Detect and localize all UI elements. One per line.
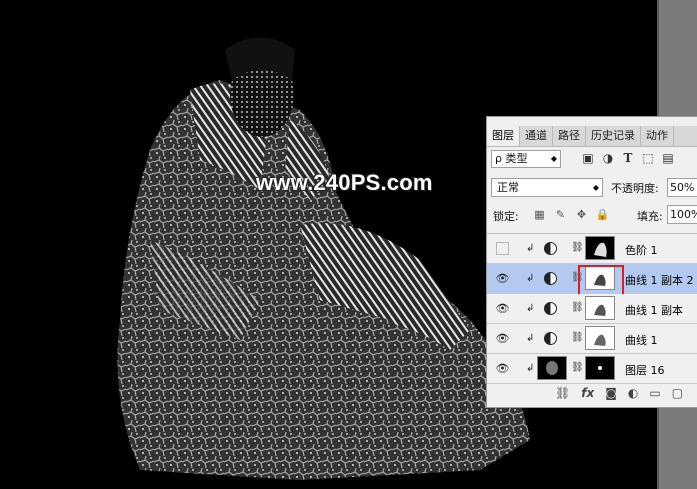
layer-name[interactable]: 色阶 1 xyxy=(625,242,658,258)
visibility-toggle-off[interactable] xyxy=(496,242,509,255)
shape-filter-icon[interactable]: ⬚ xyxy=(641,151,655,165)
lock-all-icon[interactable]: 🔒 xyxy=(596,208,610,221)
kind-filter-select[interactable]: ρ 类型 ◆ xyxy=(491,150,561,168)
new-layer-icon[interactable]: ▢ xyxy=(672,386,683,400)
type-filter-icon[interactable]: T xyxy=(621,151,635,165)
panel-tabs: 图层 通道 路径 历史记录 动作 xyxy=(487,126,697,147)
layer-row-curves-copy[interactable]: 👁 ↲ ⛓ 曲线 1 副本 xyxy=(487,294,697,324)
clip-arrow-icon: ↲ xyxy=(526,243,535,254)
mask-icon[interactable]: ◙ xyxy=(605,386,617,400)
clip-arrow-icon: ↲ xyxy=(526,333,535,344)
layers-list: ↲ ⛓ 色阶 1 👁 ↲ ⛓ 曲线 1 副本 2 👁 ↲ ⛓ 曲线 1 副本 👁… xyxy=(487,233,697,384)
mask-preview xyxy=(594,334,606,346)
mask-preview xyxy=(598,366,602,370)
link-chain-icon[interactable]: ⛓ xyxy=(571,332,584,343)
lock-pixels-brush-icon[interactable]: ✎ xyxy=(554,208,567,221)
layer-row-curves-copy-2[interactable]: 👁 ↲ ⛓ 曲线 1 副本 2 xyxy=(487,264,697,301)
panel-bottom-bar: ⛓ fx ◙ ◐ ▭ ▢ xyxy=(487,382,697,404)
clip-arrow-icon: ↲ xyxy=(526,363,535,374)
eye-icon[interactable]: 👁 xyxy=(496,332,510,345)
smart-object-filter-icon[interactable]: ▤ xyxy=(661,151,675,165)
adjustment-layer-icon xyxy=(544,242,557,255)
tab-actions[interactable]: 动作 xyxy=(641,126,674,146)
lock-position-move-icon[interactable]: ✥ xyxy=(575,208,588,221)
image-filter-icon[interactable]: ▣ xyxy=(581,151,595,165)
layer-mask-thumbnail[interactable] xyxy=(585,356,615,380)
chevron-updown-icon: ◆ xyxy=(592,183,599,192)
lock-row: 锁定: ▦ ✎ ✥ 🔒 填充: 100% xyxy=(491,205,697,225)
layer-name[interactable]: 图层 16 xyxy=(625,362,665,378)
lock-icons: ▦ ✎ ✥ 🔒 xyxy=(533,208,609,221)
blend-mode-value: 正常 xyxy=(497,181,519,194)
lock-label: 锁定: xyxy=(493,210,519,223)
watermark-text: www.240PS.com xyxy=(256,170,433,195)
layers-panel: 图层 通道 路径 历史记录 动作 ρ 类型 ◆ ▣ ◑ T ⬚ ▤ 正常 ◆ 不… xyxy=(486,116,697,408)
clip-arrow-icon: ↲ xyxy=(526,273,535,284)
mask-preview xyxy=(594,242,607,257)
layer-mask-thumbnail[interactable] xyxy=(585,326,615,350)
layer-mask-thumbnail[interactable] xyxy=(585,296,615,320)
clip-arrow-icon: ↲ xyxy=(526,303,535,314)
link-chain-icon[interactable]: ⛓ xyxy=(571,242,584,253)
layer-name[interactable]: 曲线 1 副本 2 xyxy=(625,272,694,288)
opacity-label: 不透明度: xyxy=(611,182,659,195)
adjustment-layer-icon xyxy=(544,302,557,315)
tab-channels[interactable]: 通道 xyxy=(520,126,553,146)
opacity-input[interactable]: 50% xyxy=(667,178,697,197)
eye-icon[interactable]: 👁 xyxy=(496,272,510,285)
fx-icon[interactable]: fx xyxy=(581,386,594,400)
layer-row-curves[interactable]: 👁 ↲ ⛓ 曲线 1 xyxy=(487,324,697,354)
link-icon[interactable]: ⛓ xyxy=(555,386,570,400)
eye-icon[interactable]: 👁 xyxy=(496,362,510,375)
layer-preview xyxy=(546,361,558,375)
adjustment-icon[interactable]: ◐ xyxy=(628,386,638,400)
chevron-updown-icon: ◆ xyxy=(550,154,557,163)
layer-row-layer-16[interactable]: 👁 ↲ ⛓ 图层 16 xyxy=(487,354,697,384)
layer-name[interactable]: 曲线 1 xyxy=(625,332,658,348)
link-chain-icon[interactable]: ⛓ xyxy=(571,302,584,313)
layer-thumbnail[interactable] xyxy=(537,356,567,380)
tab-history[interactable]: 历史记录 xyxy=(586,126,641,146)
kind-filter-label: ρ 类型 xyxy=(495,152,528,165)
blend-mode-select[interactable]: 正常 ◆ xyxy=(491,178,603,197)
layer-row-levels[interactable]: ↲ ⛓ 色阶 1 xyxy=(487,234,697,264)
blend-row: 正常 ◆ 不透明度: 50% xyxy=(491,178,697,198)
adjustment-filter-icon[interactable]: ◑ xyxy=(601,151,615,165)
filter-row: ρ 类型 ◆ ▣ ◑ T ⬚ ▤ xyxy=(491,150,697,170)
tab-layers[interactable]: 图层 xyxy=(487,126,520,146)
link-chain-icon[interactable]: ⛓ xyxy=(571,362,584,373)
fill-label: 填充: xyxy=(637,210,663,223)
mask-preview xyxy=(594,304,606,316)
adjustment-layer-icon xyxy=(544,272,557,285)
lock-transparency-icon[interactable]: ▦ xyxy=(533,208,546,221)
eye-icon[interactable]: 👁 xyxy=(496,302,510,315)
layer-mask-thumbnail[interactable] xyxy=(585,236,615,260)
filter-icons: ▣ ◑ T ⬚ ▤ xyxy=(581,151,675,165)
folder-icon[interactable]: ▭ xyxy=(649,386,660,400)
layer-name[interactable]: 曲线 1 副本 xyxy=(625,302,683,318)
fill-input[interactable]: 100% xyxy=(667,205,697,224)
adjustment-layer-icon xyxy=(544,332,557,345)
tab-paths[interactable]: 路径 xyxy=(553,126,586,146)
